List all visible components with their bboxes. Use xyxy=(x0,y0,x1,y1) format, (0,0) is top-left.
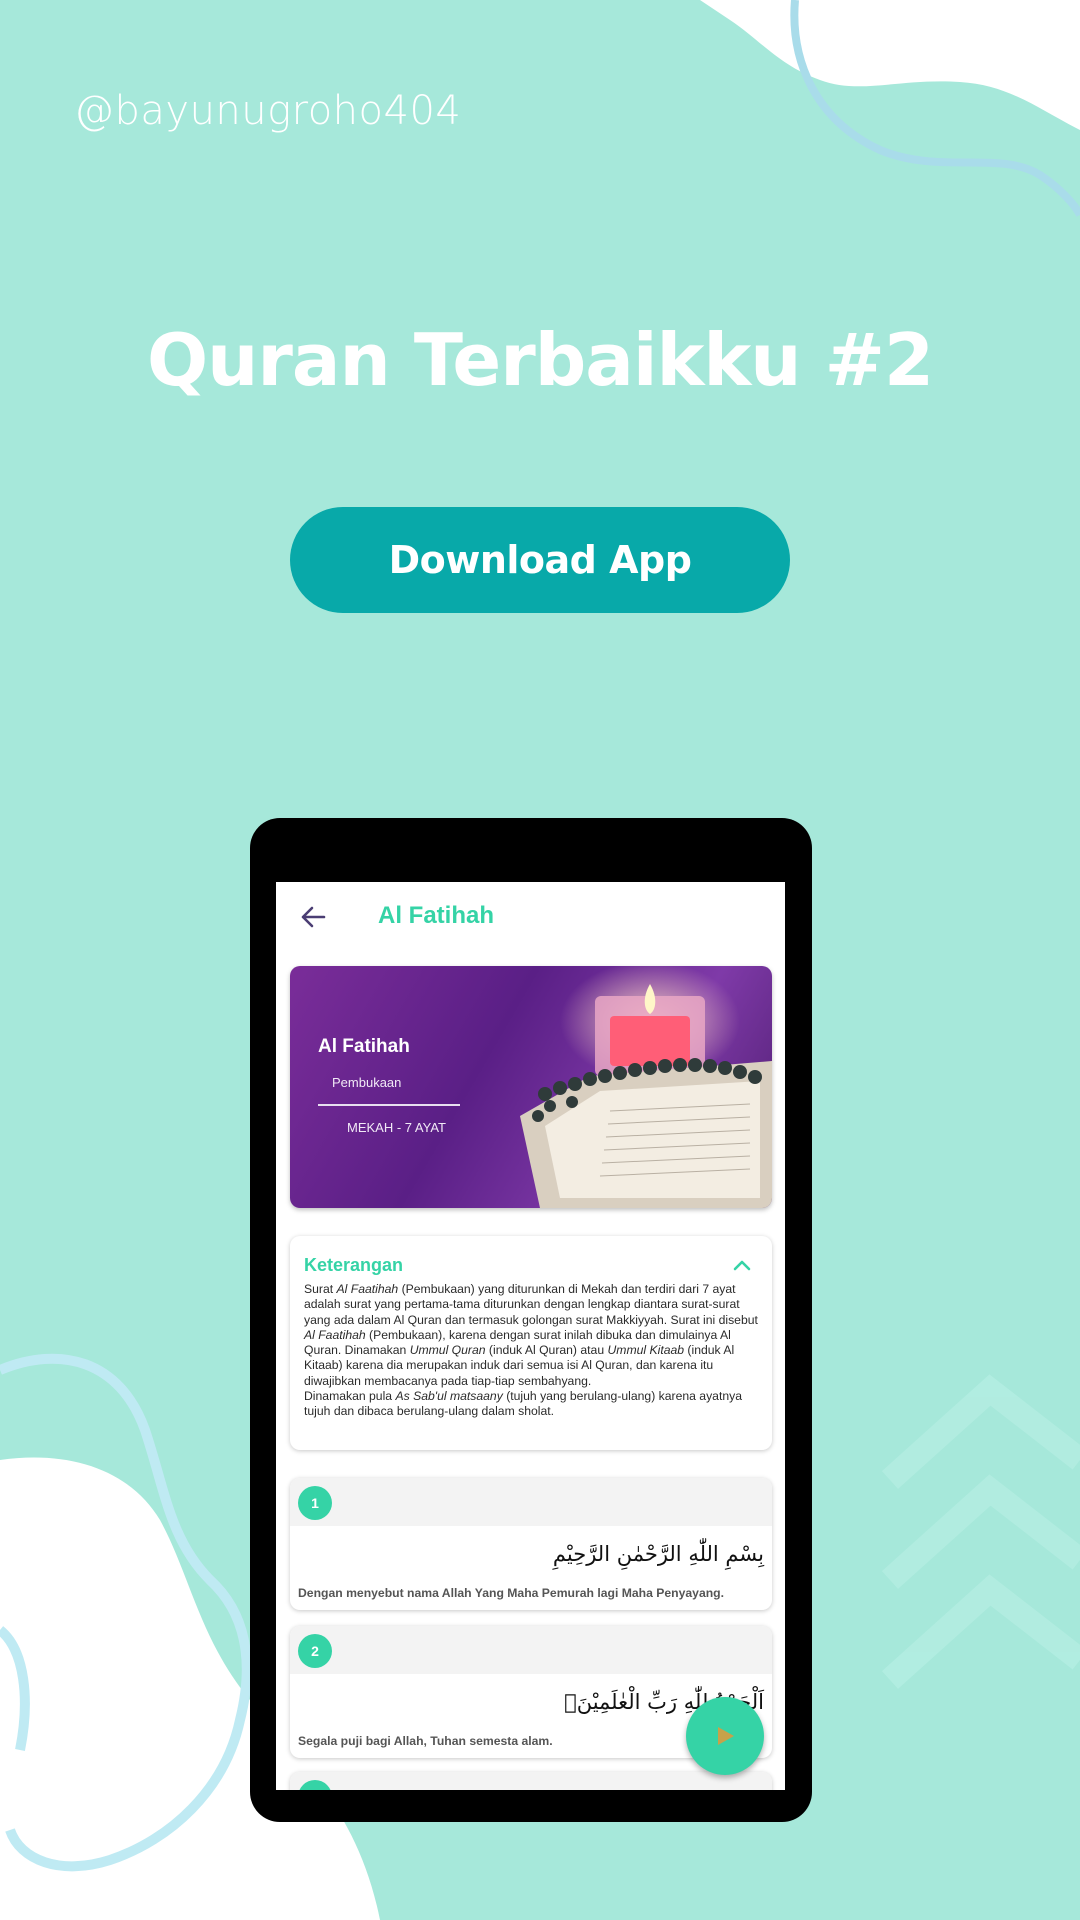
description-text: Surat Al Faatihah (Pembukaan) yang ditur… xyxy=(304,1282,762,1420)
banner-surah-meta: MEKAH - 7 AYAT xyxy=(347,1120,446,1135)
ayah-header xyxy=(290,1772,772,1790)
ayah-number-badge xyxy=(298,1780,332,1790)
description-italic-term: As Sab'ul matsaany xyxy=(395,1389,503,1404)
ayah-card-partial[interactable] xyxy=(290,1772,772,1790)
ayah-arabic-text: بِسْمِ اللّٰهِ الرَّحْمٰنِ الرَّحِيْمِ xyxy=(552,1542,764,1566)
app-bar: Al Fatihah xyxy=(276,882,785,952)
description-italic-term: Al Faatihah xyxy=(304,1327,366,1342)
chevron-up-icon[interactable] xyxy=(732,1258,752,1272)
ayah-header: 1 xyxy=(290,1478,772,1526)
author-handle: @bayunugroho404 xyxy=(74,88,462,134)
page-headline: Quran Terbaikku #2 xyxy=(146,318,934,402)
banner-surah-meaning: Pembukaan xyxy=(332,1075,402,1090)
description-card: Keterangan Surat Al Faatihah (Pembukaan)… xyxy=(290,1236,772,1450)
banner-surah-name: Al Fatihah xyxy=(318,1036,410,1057)
app-screen: Al Fatihah Al Fatihah Pembukaan MEKAH - … xyxy=(276,882,785,1790)
description-italic-term: Ummul Quran xyxy=(409,1343,486,1358)
description-text-segment: Dinamakan pula xyxy=(304,1389,396,1404)
ayah-header: 2 xyxy=(290,1626,772,1674)
description-title: Keterangan xyxy=(304,1255,404,1275)
ayah-translation: Dengan menyebut nama Allah Yang Maha Pem… xyxy=(298,1586,725,1600)
banner-divider xyxy=(318,1104,460,1106)
surah-title: Al Fatihah xyxy=(378,902,495,929)
ayah-card[interactable]: 1 بِسْمِ اللّٰهِ الرَّحْمٰنِ الرَّحِيْمِ… xyxy=(290,1478,772,1610)
description-italic-term: Ummul Kitaab xyxy=(607,1343,685,1358)
play-audio-button[interactable] xyxy=(686,1697,764,1775)
description-text-segment: (induk Al Quran) atau xyxy=(485,1343,608,1358)
arrow-left-icon[interactable] xyxy=(298,902,328,932)
ayah-number-badge: 1 xyxy=(298,1486,332,1520)
surah-banner: Al Fatihah Pembukaan MEKAH - 7 AYAT xyxy=(290,966,772,1208)
ayah-number-badge: 2 xyxy=(298,1634,332,1668)
download-app-button[interactable]: Download App xyxy=(290,507,790,613)
ayah-translation: Segala puji bagi Allah, Tuhan semesta al… xyxy=(298,1734,553,1748)
play-icon xyxy=(718,1727,734,1745)
tablet-mockup: Al Fatihah Al Fatihah Pembukaan MEKAH - … xyxy=(250,818,812,1822)
description-italic-term: Al Faatihah xyxy=(336,1282,399,1296)
description-text-segment: Surat xyxy=(304,1282,337,1296)
